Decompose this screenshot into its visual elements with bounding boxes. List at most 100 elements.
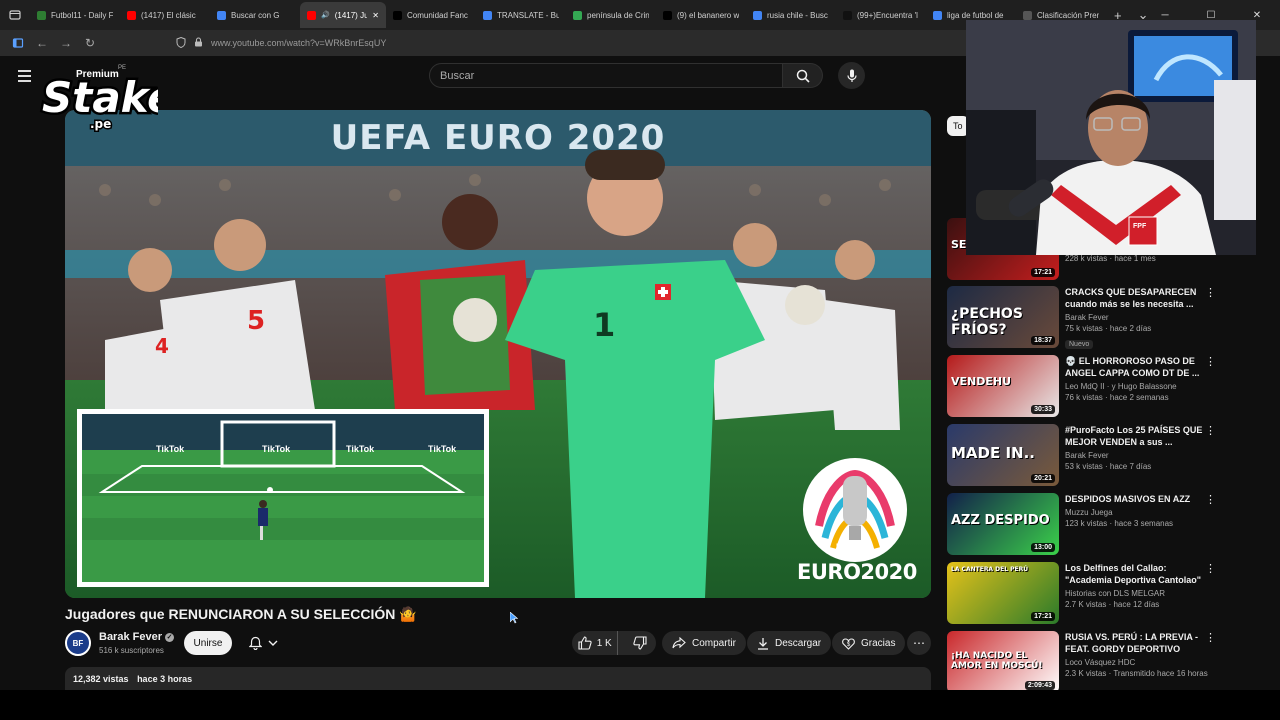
browser-tab[interactable]: TRANSLATE - Bus [476,2,566,28]
tab-favicon-icon [933,10,942,20]
pip-ad-text: TikTok [428,444,457,454]
browser-tab[interactable]: (1417) El clásic [120,2,210,28]
recommended-video[interactable]: LA CANTERA DEL PERÚ 17:21 Los Delfines del… [947,562,1237,624]
video-player[interactable]: UEFA EURO 2020 5 4 1 TikTok TikTok TikTo… [65,110,931,598]
video-duration: 13:00 [1031,543,1055,552]
voice-search-button[interactable] [838,62,865,89]
shirt-badge-text: FPF [1133,223,1147,230]
video-info: DESPIDOS MASIVOS EN AZZ Muzzu Juega 123 k … [1065,493,1215,528]
pip-ad-text: TikTok [262,444,291,454]
mouse-cursor-icon [510,612,518,624]
dislike-button[interactable] [624,631,656,655]
video-channel[interactable]: Loco Vásquez HDC [1065,658,1215,667]
video-channel[interactable]: Leo MdQ II · y Hugo Balassone [1065,382,1215,391]
jersey-number: 1 [593,306,616,344]
thumbnail-caption: VENDEHU [951,375,1012,388]
browser-tab[interactable]: Comunidad Fanc [386,2,476,28]
like-count: 1 K [596,637,612,649]
url-field[interactable]: www.youtube.com/watch?v=WRkBnrEsqUY [176,33,956,53]
recommended-video[interactable]: AZZ DESPIDO 13:00 DESPIDOS MASIVOS EN AZZ M… [947,493,1237,555]
video-title[interactable]: CRACKS QUE DESAPARECEN cuando más se les… [1065,286,1215,310]
upload-date: hace 3 horas [137,674,193,684]
video-thumbnail[interactable]: LA CANTERA DEL PERÚ 17:21 [947,562,1059,624]
stake-logo: Stake .pe [40,71,159,133]
tab-favicon-icon [393,10,402,20]
video-title[interactable]: 💀 EL HORROROSO PASO DE ANGEL CAPPA COMO … [1065,355,1215,379]
video-title[interactable]: #PuroFacto Los 25 PAÍSES QUE MEJOR VENDE… [1065,424,1215,448]
video-thumbnail[interactable]: ¡HA NACIDO EL AMOR EN MOSCÚ! 2:09:43 [947,631,1059,693]
video-thumbnail[interactable]: VENDEHU 30:33 [947,355,1059,417]
more-options-icon[interactable]: ⋮ [1205,564,1216,575]
description-box[interactable]: 12,382 vistas hace 3 horas [65,667,931,690]
shield-icon[interactable] [176,36,186,50]
video-duration: 17:21 [1031,612,1055,621]
video-duration: 2:09:43 [1024,681,1055,690]
video-thumbnail[interactable]: MADE IN.. 20:21 [947,424,1059,486]
recommended-video[interactable]: VENDEHU 30:33 💀 EL HORROROSO PASO DE ANGEL… [947,355,1237,417]
video-duration: 17:21 [1031,268,1055,277]
more-options-icon[interactable]: ⋮ [1205,495,1216,506]
reload-icon[interactable]: ↻ [78,31,102,55]
video-channel[interactable]: Historias con DLS MELGAR [1065,589,1215,598]
video-meta: 2.3 K vistas · Transmitido hace 16 horas [1065,669,1208,678]
thanks-button[interactable]: $ Gracias [832,631,906,655]
video-thumbnail[interactable]: ¿PECHOS FRÍOS? 18:37 [947,286,1059,348]
browser-tab[interactable]: Buscar con G [210,2,300,28]
close-tab-icon[interactable]: ✕ [372,11,379,20]
download-button[interactable]: Descargar [747,631,832,655]
video-channel[interactable]: Barak Fever [1065,451,1215,460]
recommended-video[interactable]: MADE IN.. 20:21 #PuroFacto Los 25 PAÍSES Q… [947,424,1237,486]
video-meta: 76 k vistas · hace 2 semanas [1065,393,1169,402]
notification-bell-button[interactable] [240,631,286,655]
back-icon[interactable]: ← [30,31,54,55]
video-meta: 53 k vistas · hace 7 días [1065,462,1152,471]
uefa-label: UEFA [836,542,865,552]
video-duration: 30:33 [1031,405,1055,414]
tab-label: Clasificación Pren [1037,10,1099,20]
video-title[interactable]: Los Delfines del Callao: "Academia Depor… [1065,562,1215,586]
channel-name-text[interactable]: Barak Fever [99,631,162,643]
penalty-inset-video: TikTok TikTok TikTok TikTok [77,409,489,587]
search-input[interactable]: Buscar [429,63,784,88]
recommended-video[interactable]: ¡HA NACIDO EL AMOR EN MOSCÚ! 2:09:43 RUSIA… [947,631,1237,693]
browser-tab[interactable]: península de Crin [566,2,656,28]
more-options-icon[interactable]: ⋮ [1205,288,1216,299]
browser-tab[interactable]: (9) el bananero w [656,2,746,28]
share-button[interactable]: Compartir [662,631,746,655]
channel-avatar[interactable]: BF [65,630,91,656]
browser-tab[interactable]: rusia chile - Busc [746,2,836,28]
like-button[interactable]: 1 K [572,631,619,655]
bell-icon [248,636,262,650]
browser-tab[interactable]: Futbol11 - Daily F [30,2,120,28]
video-title[interactable]: RUSIA VS. PERÚ : LA PREVIA - FEAT. GORDY… [1065,631,1215,655]
tab-favicon-icon [127,10,136,20]
video-channel[interactable]: Muzzu Juega [1065,508,1215,517]
browser-tab[interactable]: (99+)Encuentra 'l [836,2,926,28]
sidebar-toggle-icon[interactable] [6,31,30,55]
browser-tab[interactable]: 🔊 (1417) Jug ✕ [300,2,386,28]
tab-actions-icon[interactable] [0,0,30,30]
more-options-icon[interactable]: ⋮ [1205,633,1216,644]
video-channel[interactable]: Barak Fever [1065,313,1215,322]
video-meta: 75 k vistas · hace 2 días [1065,324,1152,333]
join-button[interactable]: Unirse [184,631,232,655]
thumbnail-caption: ¡HA NACIDO EL AMOR EN MOSCÚ! [951,651,1043,671]
channel-name[interactable]: Barak Fever ✓ [99,631,174,643]
tab-label: liga de futbol de [947,10,1004,20]
hamburger-menu-icon[interactable] [14,66,34,86]
video-thumbnail[interactable]: AZZ DESPIDO 13:00 [947,493,1059,555]
forward-icon[interactable]: → [54,31,78,55]
tab-label: Buscar con G [231,10,280,20]
more-actions-button[interactable]: ⋯ [907,631,931,655]
pip-ad-text: TikTok [346,444,375,454]
more-options-icon[interactable]: ⋮ [1205,426,1216,437]
video-title[interactable]: DESPIDOS MASIVOS EN AZZ [1065,493,1215,505]
recommended-video[interactable]: ¿PECHOS FRÍOS? 18:37 CRACKS QUE DESAPARECE… [947,286,1237,349]
lock-icon[interactable] [194,37,203,49]
more-options-icon[interactable]: ⋮ [1205,357,1216,368]
thumbs-up-icon [578,636,592,650]
verified-icon: ✓ [165,632,174,642]
subscriber-count: 516 k suscriptores [99,646,164,655]
search-button[interactable] [783,63,823,88]
speaker-icon[interactable]: 🔊 [321,11,330,19]
